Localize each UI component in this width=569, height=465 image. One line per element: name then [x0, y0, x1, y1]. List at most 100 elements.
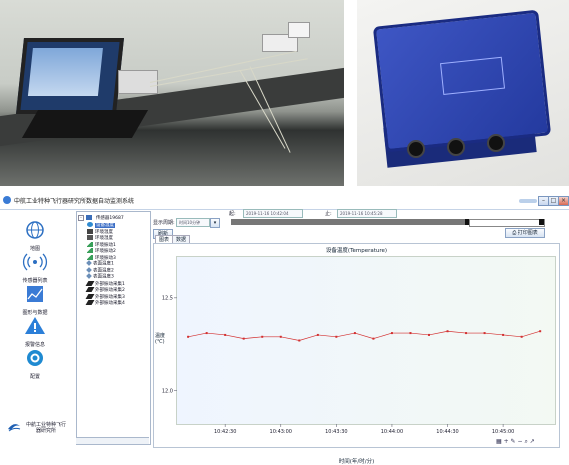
data-point[interactable] — [279, 335, 282, 338]
data-point[interactable] — [465, 332, 468, 335]
probe-icon — [85, 287, 95, 292]
data-point[interactable] — [187, 335, 190, 338]
tree-item[interactable]: 外部振动采集2 — [85, 287, 125, 293]
triangle-sensor-icon — [87, 254, 93, 260]
collapse-icon[interactable]: - — [78, 215, 84, 221]
data-point[interactable] — [446, 330, 449, 333]
data-point[interactable] — [298, 339, 301, 342]
start-label: 起: — [229, 211, 236, 217]
x-tick-label: 10:45:00 — [492, 429, 514, 435]
chart-image-icon — [27, 286, 43, 302]
laptop-keyboard — [21, 110, 149, 138]
data-point[interactable] — [428, 333, 430, 336]
data-point[interactable] — [224, 333, 227, 336]
data-point[interactable] — [483, 332, 486, 335]
tree-item[interactable]: 外部振动采集4 — [85, 300, 125, 306]
data-point[interactable] — [316, 333, 319, 336]
left-nav: 地图 传感器列表 图形与数据 报警信息 配置 中航工业特种飞行器研究所 — [0, 210, 70, 446]
temperature-chart: 12.0 12.5 10:42:30 10:43:00 10:43:30 10:44:00… — [162, 296, 542, 435]
end-time-field[interactable]: 2019-11-16 10:45:28 — [337, 209, 397, 218]
tree-item-label: 表面温度3 — [93, 274, 114, 280]
toolbar-indicator — [519, 199, 537, 203]
data-point[interactable] — [205, 332, 208, 335]
y-tick-label: 12.5 — [162, 296, 173, 302]
arrow-icon[interactable]: ↗ — [530, 438, 535, 445]
warning-icon — [25, 317, 45, 334]
nav-item-settings[interactable]: 配置 — [0, 348, 70, 380]
data-point[interactable] — [539, 330, 542, 333]
tree-root-label: 传感器19687 — [95, 216, 124, 221]
print-chart-button[interactable]: ⎙ 打印图表 — [505, 228, 545, 238]
nav-item-map[interactable]: 地图 — [0, 220, 70, 252]
tree-item[interactable]: 表面温度3 — [86, 273, 114, 280]
data-point[interactable] — [335, 335, 338, 338]
tree-root[interactable]: - 传感器19687 — [78, 215, 124, 221]
grid-icon[interactable]: ▦ — [496, 438, 502, 445]
brand-logo: 中航工业特种飞行器研究所 — [4, 420, 70, 436]
humidity-icon — [87, 235, 93, 240]
nav-item-graph-data[interactable]: 图形与数据 — [0, 284, 70, 316]
x-tick-label: 10:44:00 — [381, 429, 403, 435]
nav-item-sensor-list[interactable]: 传感器列表 — [0, 252, 70, 284]
settings-eye-icon — [27, 350, 43, 366]
connector — [447, 138, 465, 156]
tree-item[interactable]: 环境振动2 — [87, 248, 116, 254]
x-tick-label: 10:43:30 — [325, 429, 347, 435]
data-point[interactable] — [502, 333, 505, 336]
slider-track-empty[interactable] — [469, 219, 545, 227]
data-point[interactable] — [520, 335, 523, 338]
data-point[interactable] — [353, 332, 356, 335]
minus-icon[interactable]: − — [518, 438, 523, 445]
display-range-label: 显示周期: — [153, 220, 175, 226]
nav-label: 报警信息 — [24, 342, 45, 348]
tree-item[interactable]: 外部振动采集3 — [85, 293, 125, 300]
pen-icon[interactable]: ✎ — [511, 438, 516, 445]
tree-item-label: 环境湿度 — [95, 236, 113, 241]
x-axis-title: 时间(年/时/分) — [338, 459, 375, 465]
outlet — [288, 22, 310, 38]
tree-item[interactable]: 表面温度1 — [86, 260, 114, 267]
tree-item[interactable]: 环境湿度 — [87, 235, 113, 241]
x-tick-label: 10:42:30 — [214, 429, 236, 435]
slider-end-handle[interactable] — [539, 219, 544, 225]
x-tick-label: 10:43:00 — [270, 429, 292, 435]
tree-item[interactable]: 环境振动1 — [87, 241, 116, 248]
tree-item-label: 外部振动采集2 — [95, 288, 125, 293]
tree-item[interactable]: 表面温度2 — [86, 266, 114, 274]
display-range-select[interactable]: 时间10分钟 — [176, 218, 210, 227]
tree-item-label: 表面温度2 — [93, 268, 114, 273]
tree-item-label: 外部振动采集4 — [95, 301, 125, 306]
start-time-field[interactable]: 2019-11-16 10:42:04 — [243, 209, 303, 218]
blue-enclosure — [372, 9, 552, 153]
tree-scrollbar[interactable] — [76, 437, 149, 444]
printer-icon: ⎙ — [512, 230, 517, 236]
close-button[interactable]: × — [558, 196, 569, 206]
plus-icon[interactable]: + — [504, 438, 509, 445]
nav-item-alarm[interactable]: 报警信息 — [0, 316, 70, 348]
tree-item[interactable]: 环境温度 — [87, 228, 113, 235]
data-point[interactable] — [409, 332, 412, 335]
tree-item-label: 外部振动采集1 — [95, 281, 125, 287]
time-range-slider[interactable] — [231, 219, 467, 225]
data-point[interactable] — [261, 335, 264, 338]
data-point[interactable] — [390, 332, 393, 335]
chart-toolbar: ▦ + ✎ − ⌕ ↗ — [496, 438, 535, 446]
tree-item[interactable]: 设备温度 — [87, 222, 115, 228]
data-point[interactable] — [372, 337, 375, 340]
thermometer-icon — [87, 228, 93, 234]
app-icon — [3, 196, 11, 204]
print-button-label: 打印图表 — [517, 230, 538, 236]
tree-item-label: 设备温度 — [95, 223, 115, 228]
zoom-icon[interactable]: ⌕ — [524, 438, 527, 445]
diamond-sensor-icon — [86, 266, 92, 273]
tree-item[interactable]: 环境振动3 — [87, 254, 116, 261]
connector — [407, 140, 425, 158]
data-point[interactable] — [242, 337, 245, 340]
tree-item-label: 环境振动3 — [95, 255, 116, 261]
chevron-down-icon[interactable]: ▾ — [210, 218, 220, 228]
tree-item[interactable]: 外部振动采集1 — [85, 280, 125, 287]
x-tick-label: 10:44:30 — [436, 429, 458, 435]
nav-label: 传感器列表 — [22, 278, 48, 284]
diamond-sensor-icon — [86, 273, 92, 279]
globe-small-icon — [87, 222, 93, 227]
